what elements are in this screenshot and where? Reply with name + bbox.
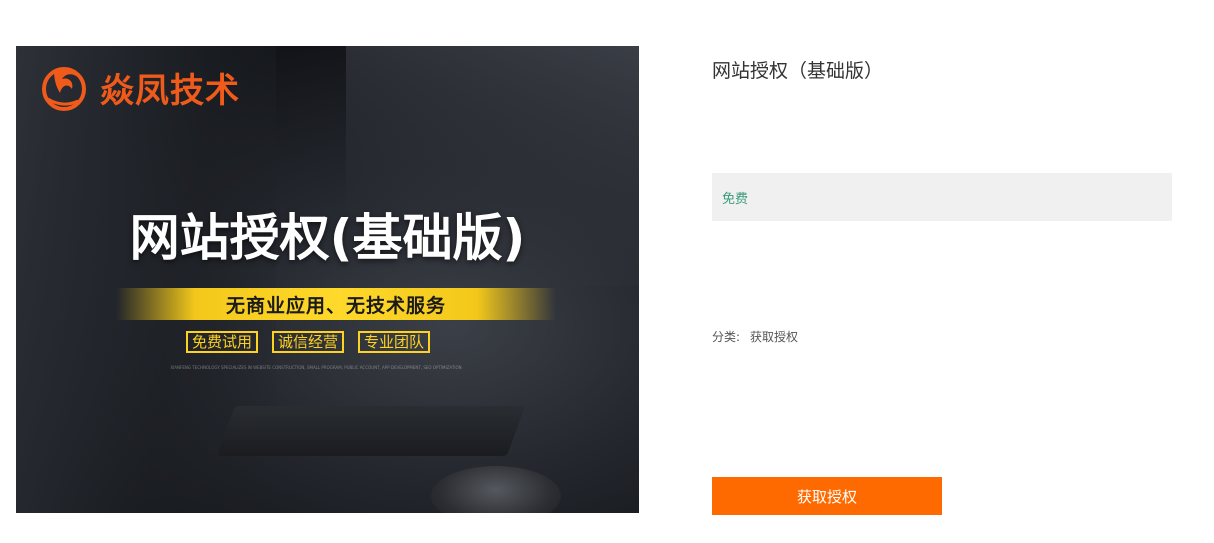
banner-strip: 无商业应用、无技术服务 — [116, 288, 556, 320]
coffee-cup-illustration — [431, 466, 561, 513]
category-link[interactable]: 获取授权 — [750, 330, 798, 344]
brand-name: 焱凤技术 — [100, 70, 240, 111]
banner-badges: 免费试用 诚信经营 专业团队 — [186, 331, 431, 353]
badge-professional-team: 专业团队 — [358, 331, 431, 353]
banner-fine-text: XIANFENG TECHNOLOGY SPECIALIZES IN WEBSI… — [170, 365, 462, 370]
product-price: 免费 — [722, 191, 749, 207]
product-banner-image: 焱凤技术 网站授权(基础版) 无商业应用、无技术服务 免费试用 诚信经营 专业团… — [16, 46, 639, 513]
phoenix-icon — [42, 67, 86, 111]
get-license-button[interactable]: 获取授权 — [712, 477, 942, 515]
badge-free-trial: 免费试用 — [186, 331, 259, 353]
banner-headline: 网站授权(基础版) — [129, 209, 526, 267]
laptop-illustration — [216, 406, 526, 456]
category-label: 分类: — [712, 330, 741, 344]
brand-logo: 焱凤技术 — [36, 59, 240, 115]
badge-honest-business: 诚信经营 — [272, 331, 345, 353]
price-box: 免费 — [712, 173, 1172, 221]
banner-strip-text: 无商业应用、无技术服务 — [225, 294, 446, 317]
product-title: 网站授权（基础版） — [712, 60, 884, 82]
product-category: 分类: 获取授权 — [712, 328, 798, 345]
